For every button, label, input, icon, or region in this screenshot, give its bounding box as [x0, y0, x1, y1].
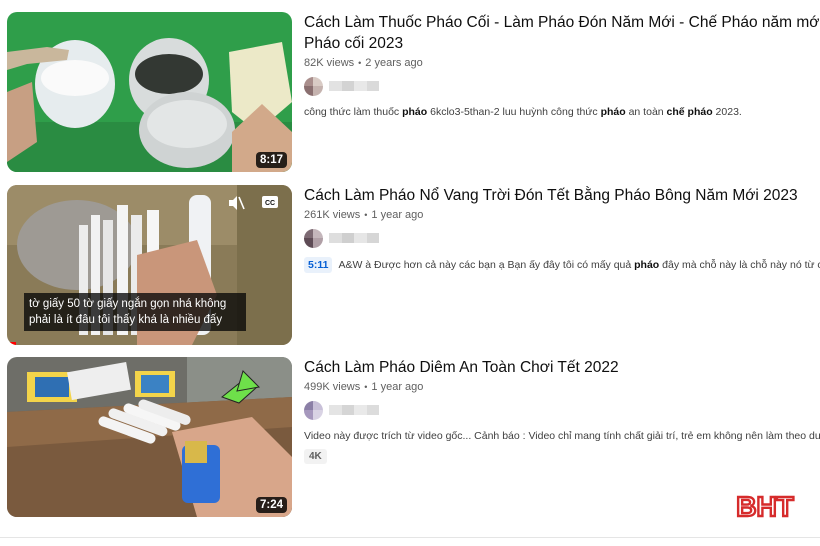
watch-progress-bar: [7, 342, 16, 345]
upload-age: 1 year ago: [371, 209, 424, 221]
channel-row-3[interactable]: [304, 399, 820, 421]
video-title-1[interactable]: Cách Làm Thuốc Pháo Cối - Làm Pháo Đón N…: [304, 12, 820, 33]
video-title-2[interactable]: Cách Làm Pháo Nổ Vang Trời Đón Tết Bằng …: [304, 185, 820, 206]
video-stats-1: 82K views • 2 years ago: [304, 57, 820, 69]
upload-age: 1 year ago: [371, 381, 424, 393]
video-stats-3: 499K views • 1 year ago: [304, 381, 820, 393]
video-description-3: Video này được trích từ video gốc... Cản…: [304, 430, 820, 442]
video-thumbnail-2[interactable]: CC tờ giấy 50 tờ giấy ngắn gọn nhá không…: [7, 185, 292, 345]
channel-row-2[interactable]: [304, 227, 820, 249]
video-meta-1: Cách Làm Thuốc Pháo Cối - Làm Pháo Đón N…: [304, 12, 820, 119]
separator-dot: •: [364, 382, 368, 392]
video-meta-2: Cách Làm Pháo Nổ Vang Trời Đón Tết Bằng …: [304, 185, 820, 273]
video-thumbnail-3[interactable]: 7:24: [7, 357, 292, 517]
video-description-1: công thức làm thuốc pháo 6kclo3-5than-2 …: [304, 106, 742, 118]
channel-avatar[interactable]: [304, 400, 323, 420]
svg-text:CC: CC: [265, 200, 275, 207]
quality-badge: 4K: [304, 449, 327, 464]
upload-age: 2 years ago: [365, 57, 423, 69]
duration-badge: 8:17: [255, 152, 287, 168]
channel-row-1[interactable]: [304, 75, 820, 97]
thumbnail-image-3: [7, 357, 292, 517]
view-count: 261K views: [304, 209, 361, 221]
closed-captions-icon[interactable]: CC: [261, 195, 281, 211]
video-result-2[interactable]: CC tờ giấy 50 tờ giấy ngắn gọn nhá không…: [0, 185, 820, 347]
divider: [0, 537, 820, 538]
channel-name-blurred[interactable]: [329, 405, 379, 415]
video-title-1-line2[interactable]: Pháo cối 2023: [304, 33, 820, 54]
video-caption-overlay: tờ giấy 50 tờ giấy ngắn gọn nhá không ph…: [24, 293, 246, 331]
view-count: 499K views: [304, 381, 361, 393]
video-stats-2: 261K views • 1 year ago: [304, 209, 820, 221]
channel-avatar[interactable]: [304, 228, 323, 248]
view-count: 82K views: [304, 57, 355, 69]
thumbnail-image-1: [7, 12, 292, 172]
muted-speaker-icon[interactable]: [227, 195, 247, 211]
separator-dot: •: [364, 210, 368, 220]
video-title-3[interactable]: Cách Làm Pháo Diêm An Toàn Chơi Tết 2022: [304, 357, 820, 378]
video-thumbnail-1[interactable]: 8:17: [7, 12, 292, 172]
channel-name-blurred[interactable]: [329, 233, 379, 243]
channel-avatar[interactable]: [304, 76, 323, 96]
bht-watermark-logo: BHT: [735, 490, 795, 523]
duration-badge: 7:24: [255, 497, 287, 513]
watermark-text: BHT: [736, 491, 794, 522]
video-result-3[interactable]: 7:24 Cách Làm Pháo Diêm An Toàn Chơi Tết…: [0, 357, 820, 519]
channel-name-blurred[interactable]: [329, 81, 379, 91]
video-result-1[interactable]: 8:17 Cách Làm Thuốc Pháo Cối - Làm Pháo …: [0, 12, 820, 174]
separator-dot: •: [358, 58, 362, 68]
video-description-2: 5:11 A&W à Được hơn cả này các bạn ạ Bạn …: [304, 257, 820, 273]
video-meta-3: Cách Làm Pháo Diêm An Toàn Chơi Tết 2022…: [304, 357, 820, 464]
chapter-timestamp[interactable]: 5:11: [304, 257, 333, 273]
